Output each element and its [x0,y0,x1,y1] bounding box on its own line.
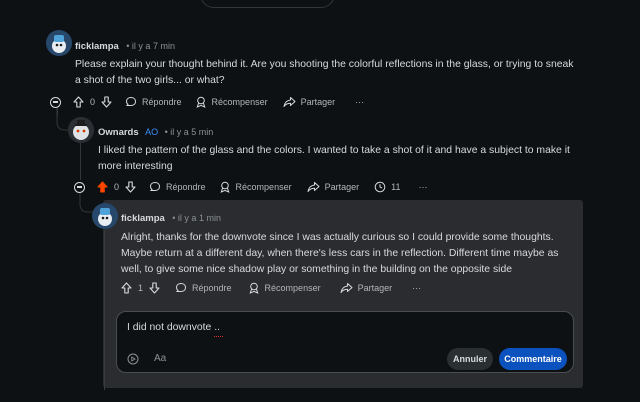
share-label: Partager [300,97,336,107]
comment-body: Alright, thanks for the downvote since I… [121,232,559,275]
upvote-icon [97,181,108,193]
reply-label: Répondre [142,97,182,107]
more-icon: ··· [355,97,365,107]
media-icon [127,353,139,365]
username[interactable]: ficklampa [75,41,119,52]
award-label: Récompenser [235,182,292,192]
downvote-button[interactable] [125,181,136,193]
more-options-button[interactable]: ··· [418,182,427,192]
upvote-button[interactable] [97,181,108,193]
award-icon [249,282,259,294]
upvote-button[interactable] [121,282,132,294]
reply-label: Répondre [192,283,232,293]
upvote-icon [121,282,132,294]
format-toggle-button[interactable]: Aa [154,353,166,364]
downvote-icon [125,181,136,193]
share-icon [340,283,353,293]
award-icon [220,181,230,193]
reply-input[interactable]: I did not downvote .. [127,322,220,333]
award-icon [196,96,206,108]
award-label: Récompenser [264,283,321,293]
submit-comment-button[interactable]: Commentaire [499,348,567,370]
share-label: Partager [357,283,393,293]
thread-line[interactable] [80,143,81,180]
more-options-button[interactable]: ··· [355,97,364,107]
downvote-button[interactable] [101,96,112,108]
cancel-button[interactable]: Annuler [447,348,493,370]
comment-header: ficklampa • il y a 1 min [121,208,221,226]
timestamp: • il y a 7 min [126,41,175,51]
award-label: Récompenser [211,97,268,107]
comment-header: Ownards AO • il y a 5 min [98,122,213,140]
reply-button[interactable]: Répondre [149,181,206,193]
gif-button[interactable] [127,352,139,370]
timestamp: • il y a 5 min [164,127,214,137]
reply-label: Répondre [166,182,206,192]
award-button[interactable]: Récompenser [219,181,292,193]
reply-icon [175,282,187,292]
collapse-icon[interactable] [74,181,85,193]
vote-score: 1 [138,283,144,293]
share-button[interactable]: Partager [283,96,336,108]
op-badge: AO [145,127,159,137]
share-icon [307,182,320,192]
reply-icon [149,181,161,191]
username[interactable]: ficklampa [121,213,165,224]
more-icon: ··· [418,182,428,192]
username[interactable]: Ownards [98,127,139,138]
spellcheck-underline [214,334,223,337]
downvote-icon [101,96,112,108]
avatar[interactable] [92,203,118,229]
share-icon [283,97,296,107]
avatar[interactable] [46,30,72,56]
insights-icon [374,181,386,193]
insights-button[interactable]: 11 [374,181,400,193]
avatar[interactable] [68,117,94,143]
vote-score: 0 [114,182,120,192]
thread-line[interactable] [104,230,105,390]
award-button[interactable]: Récompenser [248,282,321,294]
collapse-icon[interactable] [50,96,61,108]
reply-button[interactable]: Répondre [175,282,232,294]
comment-header: ficklampa • il y a 7 min [75,36,175,54]
more-options-button[interactable]: ··· [412,283,421,293]
upvote-icon [73,96,84,108]
timestamp: • il y a 1 min [172,213,221,223]
comment-body: I liked the pattern of the glass and the… [98,145,570,172]
comment-body: Please explain your thought behind it. A… [75,59,574,86]
downvote-icon [149,282,160,294]
reply-icon [125,96,137,106]
downvote-button[interactable] [149,282,160,294]
previous-comment-box [200,0,335,8]
comment-actions: 0 Répondre Récompenser Partager ··· [50,93,364,111]
comment-actions: 0 Répondre Récompenser Partager 11 ··· [74,178,427,196]
share-label: Partager [324,182,360,192]
share-button[interactable]: Partager [307,181,360,193]
comment-actions: 1 Répondre Récompenser Partager ··· [121,279,421,297]
share-button[interactable]: Partager [340,282,393,294]
vote-score: 0 [90,97,96,107]
more-icon: ··· [412,283,422,293]
award-button[interactable]: Récompenser [195,96,268,108]
insights-count: 11 [391,182,401,192]
upvote-button[interactable] [73,96,84,108]
reply-button[interactable]: Répondre [125,96,182,108]
